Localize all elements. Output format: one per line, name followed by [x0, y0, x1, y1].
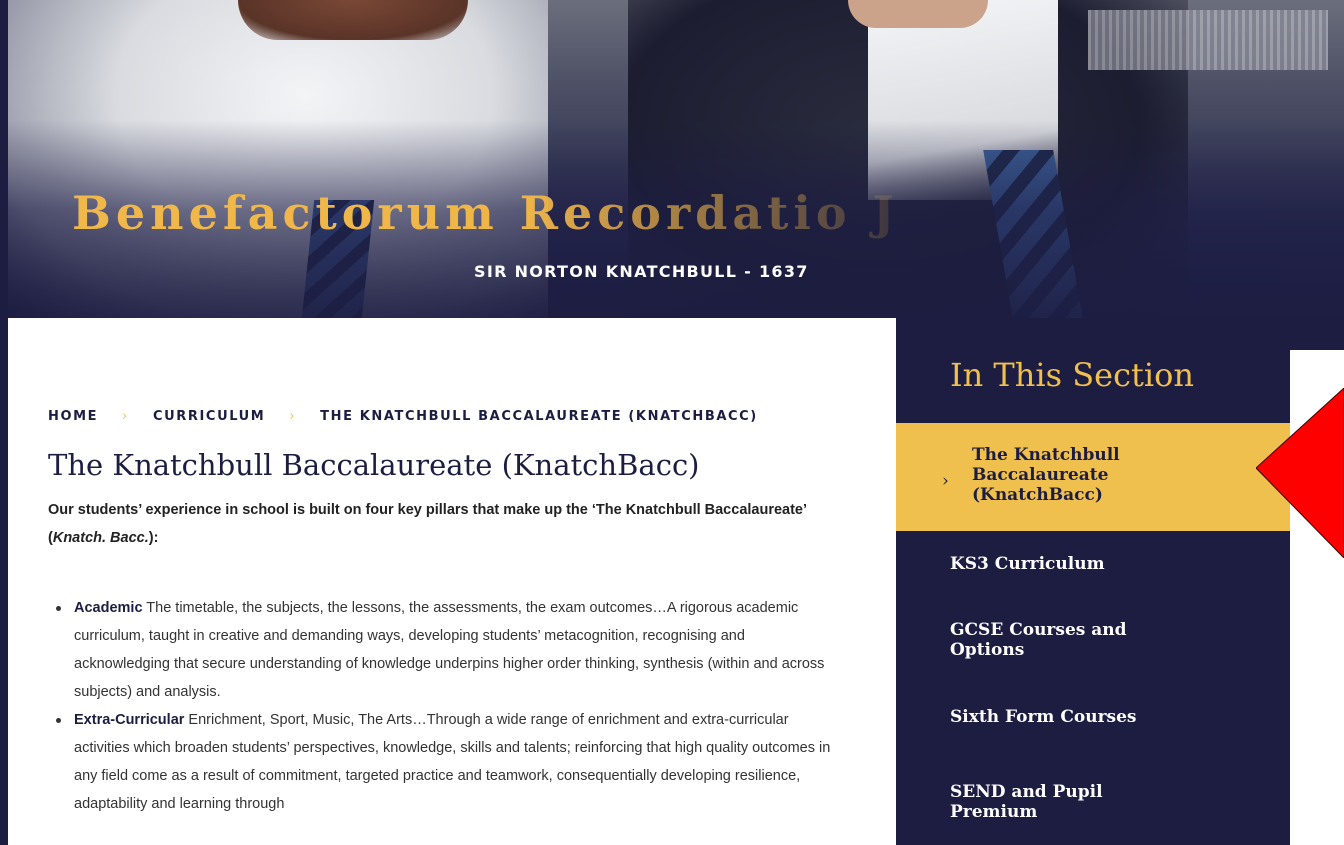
sidebar-item-sixth-form[interactable]: Sixth Form Courses [896, 705, 1290, 735]
sidebar-item-knatchbacc[interactable]: › The Knatchbull Baccalaureate (KnatchBa… [896, 423, 1290, 531]
pillar-text: The timetable, the subjects, the lessons… [74, 600, 825, 700]
list-item: Extra-Curricular Enrichment, Sport, Musi… [56, 706, 834, 818]
list-item: Academic The timetable, the subjects, th… [56, 594, 834, 706]
pillar-term: Extra-Curricular [74, 712, 185, 728]
page-title: The Knatchbull Baccalaureate (KnatchBacc… [48, 448, 700, 482]
pillars-list: Academic The timetable, the subjects, th… [48, 594, 834, 818]
breadcrumb-home-link[interactable]: HOME [48, 409, 98, 424]
breadcrumb-separator-icon: › [122, 408, 129, 424]
main-content: HOME › CURRICULUM › THE KNATCHBULL BACCA… [8, 318, 896, 845]
hero-author: SIR NORTON KNATCHBULL - 1637 [474, 262, 809, 281]
hero-photo-face-right [848, 0, 988, 28]
breadcrumb-current: THE KNATCHBULL BACCALAUREATE (KNATCHBACC… [320, 408, 758, 424]
sidebar-item-label: SEND and Pupil Premium [950, 782, 1103, 822]
sidebar-item-label: KS3 Curriculum [950, 554, 1105, 574]
chevron-right-icon: › [942, 471, 949, 491]
sidebar-item-send-pupil-premium[interactable]: SEND and Pupil Premium [896, 780, 1290, 824]
pillar-text: Enrichment, Sport, Music, The Arts…Throu… [74, 712, 831, 812]
sidebar-item-gcse-courses[interactable]: GCSE Courses and Options [896, 618, 1290, 662]
sidebar-item-label: Sixth Form Courses [950, 707, 1137, 727]
hero-photo-face-left [238, 0, 468, 40]
pillar-term: Academic [74, 600, 143, 616]
red-arrow-annotation-icon [1256, 388, 1344, 558]
sidebar-item-label: GCSE Courses and Options [950, 620, 1127, 660]
breadcrumb-separator-icon: › [289, 408, 297, 424]
sidebar-item-label: The Knatchbull Baccalaureate (KnatchBacc… [972, 445, 1120, 505]
intro-text-end: ): [148, 530, 159, 546]
intro-paragraph: Our students’ experience in school is bu… [48, 496, 808, 552]
sidebar-title: In This Section [950, 356, 1194, 394]
hero-banner: Benefactorum Recordatio Ju SIR NORTON KN… [8, 0, 1344, 318]
breadcrumb: HOME › CURRICULUM › THE KNATCHBULL BACCA… [48, 406, 758, 426]
intro-text: Our students’ experience in school is bu… [48, 502, 807, 546]
hero-motto: Benefactorum Recordatio Ju [72, 186, 892, 240]
hero-photo-background-rack [1088, 10, 1328, 70]
breadcrumb-curriculum-link[interactable]: CURRICULUM [153, 409, 265, 424]
sidebar-item-ks3-curriculum[interactable]: KS3 Curriculum [896, 552, 1290, 582]
intro-emphasis: Knatch. Bacc. [52, 530, 149, 546]
section-sidebar: In This Section › The Knatchbull Baccala… [896, 318, 1290, 845]
